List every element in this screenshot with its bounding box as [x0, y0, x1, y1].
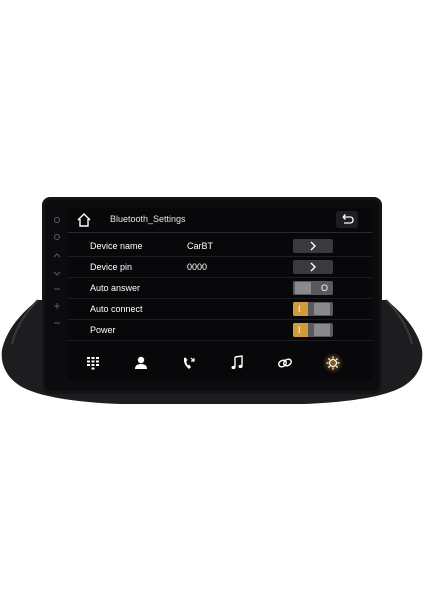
power-toggle[interactable]: I	[293, 323, 333, 337]
call-log-icon[interactable]	[179, 353, 199, 373]
setting-row-power: Power I	[68, 320, 372, 341]
toggle-knob	[295, 282, 311, 294]
toggle-on-mark: I	[298, 325, 301, 335]
setting-row-auto-answer: Auto answer O	[68, 278, 372, 299]
bottom-dock	[68, 346, 372, 380]
power-label: Power	[90, 325, 116, 335]
settings-gear-icon[interactable]	[323, 353, 343, 373]
auto-answer-toggle[interactable]: O	[293, 281, 333, 295]
auto-connect-toggle[interactable]: I	[293, 302, 333, 316]
auto-answer-label: Auto answer	[90, 283, 141, 293]
contacts-icon[interactable]	[131, 353, 151, 373]
toggle-knob	[314, 303, 330, 315]
dialpad-icon[interactable]	[83, 353, 103, 373]
back-arrow-icon	[342, 214, 354, 224]
infotainment-screen: Bluetooth_Settings Device name CarBT Dev…	[68, 208, 372, 380]
device-name-value: CarBT	[187, 241, 214, 251]
auto-connect-label: Auto connect	[90, 304, 143, 314]
top-bar: Bluetooth_Settings	[68, 208, 372, 233]
setting-row-auto-connect: Auto connect I	[68, 299, 372, 320]
page-title: Bluetooth_Settings	[110, 214, 186, 224]
device-name-label: Device name	[90, 241, 143, 251]
setting-row-device-name: Device name CarBT	[68, 236, 372, 257]
device-name-edit-button[interactable]	[293, 239, 333, 253]
back-button[interactable]	[336, 211, 358, 228]
device-pin-edit-button[interactable]	[293, 260, 333, 274]
toggle-knob	[314, 324, 330, 336]
toggle-on-mark: I	[298, 304, 301, 314]
chevron-right-icon	[310, 262, 316, 272]
home-icon[interactable]	[76, 212, 92, 228]
device-pin-label: Device pin	[90, 262, 133, 272]
device-pin-value: 0000	[187, 262, 208, 272]
chevron-right-icon	[310, 241, 316, 251]
toggle-off-mark: O	[321, 283, 329, 293]
link-icon[interactable]	[275, 353, 295, 373]
setting-row-device-pin: Device pin 0000	[68, 257, 372, 278]
music-icon[interactable]	[227, 353, 247, 373]
